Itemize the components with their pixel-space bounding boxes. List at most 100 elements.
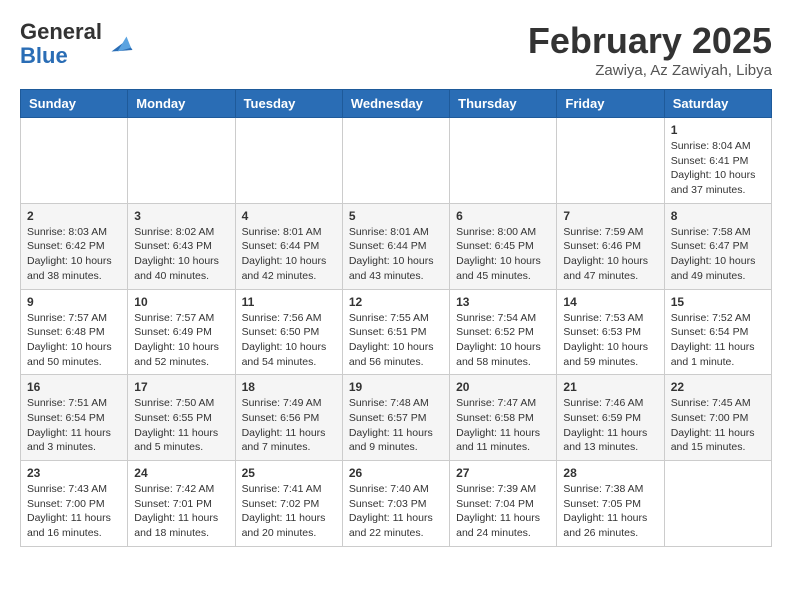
day-number: 16 (27, 380, 121, 394)
day-number: 9 (27, 295, 121, 309)
logo: General Blue (20, 20, 134, 68)
day-number: 26 (349, 466, 443, 480)
day-info: Sunrise: 7:58 AM Sunset: 6:47 PM Dayligh… (671, 225, 765, 284)
day-number: 6 (456, 209, 550, 223)
day-number: 15 (671, 295, 765, 309)
day-info: Sunrise: 7:45 AM Sunset: 7:00 PM Dayligh… (671, 396, 765, 455)
month-title: February 2025 (528, 20, 772, 62)
calendar-cell: 18Sunrise: 7:49 AM Sunset: 6:56 PM Dayli… (235, 375, 342, 461)
day-number: 14 (563, 295, 657, 309)
calendar-week-row: 2 Sunrise: 8:03 AM Sunset: 6:42 PM Daylig… (21, 203, 772, 289)
calendar-table: SundayMondayTuesdayWednesdayThursdayFrid… (20, 89, 772, 547)
day-info: Sunrise: 8:00 AM Sunset: 6:45 PM Dayligh… (456, 225, 550, 284)
day-info: Sunrise: 8:04 AM Sunset: 6:41 PM Dayligh… (671, 139, 765, 198)
calendar-cell: 27 Sunrise: 7:39 AM Sunset: 7:04 PM Dayli… (450, 461, 557, 547)
day-number: 23 (27, 466, 121, 480)
day-number: 25 (242, 466, 336, 480)
day-number: 22 (671, 380, 765, 394)
calendar-header-row: SundayMondayTuesdayWednesdayThursdayFrid… (21, 90, 772, 118)
day-info: Sunrise: 7:39 AM Sunset: 7:04 PM Dayligh… (456, 482, 550, 541)
day-info: Sunrise: 7:56 AM Sunset: 6:50 PM Dayligh… (242, 311, 336, 370)
day-number: 20 (456, 380, 550, 394)
calendar-cell: 12 Sunrise: 7:55 AM Sunset: 6:51 PM Dayli… (342, 289, 449, 375)
logo-general: General (20, 19, 102, 44)
day-info: Sunrise: 7:55 AM Sunset: 6:51 PM Dayligh… (349, 311, 443, 370)
logo-icon (104, 29, 134, 59)
weekday-header: Saturday (664, 90, 771, 118)
calendar-cell (342, 118, 449, 204)
calendar-cell: 19 Sunrise: 7:48 AM Sunset: 6:57 PM Dayli… (342, 375, 449, 461)
weekday-header: Wednesday (342, 90, 449, 118)
calendar-cell: 7 Sunrise: 7:59 AM Sunset: 6:46 PM Daylig… (557, 203, 664, 289)
calendar-cell: 2 Sunrise: 8:03 AM Sunset: 6:42 PM Daylig… (21, 203, 128, 289)
day-number: 8 (671, 209, 765, 223)
location: Zawiya, Az Zawiyah, Libya (528, 62, 772, 79)
calendar-cell: 16 Sunrise: 7:51 AM Sunset: 6:54 PM Dayli… (21, 375, 128, 461)
calendar-cell: 8 Sunrise: 7:58 AM Sunset: 6:47 PM Daylig… (664, 203, 771, 289)
day-number: 7 (563, 209, 657, 223)
calendar-cell: 20 Sunrise: 7:47 AM Sunset: 6:58 PM Dayli… (450, 375, 557, 461)
day-info: Sunrise: 8:03 AM Sunset: 6:42 PM Dayligh… (27, 225, 121, 284)
calendar-cell: 10 Sunrise: 7:57 AM Sunset: 6:49 PM Dayli… (128, 289, 235, 375)
day-number: 10 (134, 295, 228, 309)
weekday-header: Thursday (450, 90, 557, 118)
calendar-cell: 9 Sunrise: 7:57 AM Sunset: 6:48 PM Daylig… (21, 289, 128, 375)
day-info: Sunrise: 7:51 AM Sunset: 6:54 PM Dayligh… (27, 396, 121, 455)
calendar-cell: 25 Sunrise: 7:41 AM Sunset: 7:02 PM Dayli… (235, 461, 342, 547)
calendar-week-row: 16 Sunrise: 7:51 AM Sunset: 6:54 PM Dayli… (21, 375, 772, 461)
calendar-cell: 28 Sunrise: 7:38 AM Sunset: 7:05 PM Dayli… (557, 461, 664, 547)
day-info: Sunrise: 7:54 AM Sunset: 6:52 PM Dayligh… (456, 311, 550, 370)
weekday-header: Friday (557, 90, 664, 118)
logo-blue: Blue (20, 43, 68, 68)
day-info: Sunrise: 7:46 AM Sunset: 6:59 PM Dayligh… (563, 396, 657, 455)
calendar-cell: 14 Sunrise: 7:53 AM Sunset: 6:53 PM Dayli… (557, 289, 664, 375)
day-number: 5 (349, 209, 443, 223)
day-info: Sunrise: 7:40 AM Sunset: 7:03 PM Dayligh… (349, 482, 443, 541)
day-info: Sunrise: 7:38 AM Sunset: 7:05 PM Dayligh… (563, 482, 657, 541)
day-info: Sunrise: 7:57 AM Sunset: 6:49 PM Dayligh… (134, 311, 228, 370)
calendar-week-row: 1Sunrise: 8:04 AM Sunset: 6:41 PM Daylig… (21, 118, 772, 204)
day-number: 28 (563, 466, 657, 480)
day-info: Sunrise: 7:53 AM Sunset: 6:53 PM Dayligh… (563, 311, 657, 370)
day-info: Sunrise: 8:01 AM Sunset: 6:44 PM Dayligh… (349, 225, 443, 284)
day-number: 2 (27, 209, 121, 223)
day-number: 3 (134, 209, 228, 223)
day-number: 27 (456, 466, 550, 480)
day-number: 13 (456, 295, 550, 309)
day-info: Sunrise: 7:57 AM Sunset: 6:48 PM Dayligh… (27, 311, 121, 370)
weekday-header: Sunday (21, 90, 128, 118)
calendar-week-row: 9 Sunrise: 7:57 AM Sunset: 6:48 PM Daylig… (21, 289, 772, 375)
calendar-cell: 23 Sunrise: 7:43 AM Sunset: 7:00 PM Dayli… (21, 461, 128, 547)
day-info: Sunrise: 8:02 AM Sunset: 6:43 PM Dayligh… (134, 225, 228, 284)
calendar-cell (21, 118, 128, 204)
calendar-cell: 4 Sunrise: 8:01 AM Sunset: 6:44 PM Daylig… (235, 203, 342, 289)
day-info: Sunrise: 7:43 AM Sunset: 7:00 PM Dayligh… (27, 482, 121, 541)
calendar-cell: 11 Sunrise: 7:56 AM Sunset: 6:50 PM Dayli… (235, 289, 342, 375)
calendar-cell: 3 Sunrise: 8:02 AM Sunset: 6:43 PM Daylig… (128, 203, 235, 289)
calendar-cell (128, 118, 235, 204)
day-number: 18 (242, 380, 336, 394)
calendar-cell: 15Sunrise: 7:52 AM Sunset: 6:54 PM Dayli… (664, 289, 771, 375)
calendar-cell: 26 Sunrise: 7:40 AM Sunset: 7:03 PM Dayli… (342, 461, 449, 547)
calendar-week-row: 23 Sunrise: 7:43 AM Sunset: 7:00 PM Dayli… (21, 461, 772, 547)
calendar-cell: 21 Sunrise: 7:46 AM Sunset: 6:59 PM Dayli… (557, 375, 664, 461)
weekday-header: Monday (128, 90, 235, 118)
calendar-cell (664, 461, 771, 547)
day-number: 12 (349, 295, 443, 309)
day-number: 11 (242, 295, 336, 309)
day-info: Sunrise: 8:01 AM Sunset: 6:44 PM Dayligh… (242, 225, 336, 284)
calendar-cell (557, 118, 664, 204)
calendar-cell (450, 118, 557, 204)
day-number: 24 (134, 466, 228, 480)
calendar-cell: 22 Sunrise: 7:45 AM Sunset: 7:00 PM Dayli… (664, 375, 771, 461)
calendar-cell: 5 Sunrise: 8:01 AM Sunset: 6:44 PM Daylig… (342, 203, 449, 289)
day-number: 21 (563, 380, 657, 394)
day-number: 17 (134, 380, 228, 394)
day-info: Sunrise: 7:41 AM Sunset: 7:02 PM Dayligh… (242, 482, 336, 541)
day-info: Sunrise: 7:59 AM Sunset: 6:46 PM Dayligh… (563, 225, 657, 284)
day-number: 4 (242, 209, 336, 223)
weekday-header: Tuesday (235, 90, 342, 118)
day-number: 19 (349, 380, 443, 394)
day-info: Sunrise: 7:47 AM Sunset: 6:58 PM Dayligh… (456, 396, 550, 455)
day-info: Sunrise: 7:48 AM Sunset: 6:57 PM Dayligh… (349, 396, 443, 455)
